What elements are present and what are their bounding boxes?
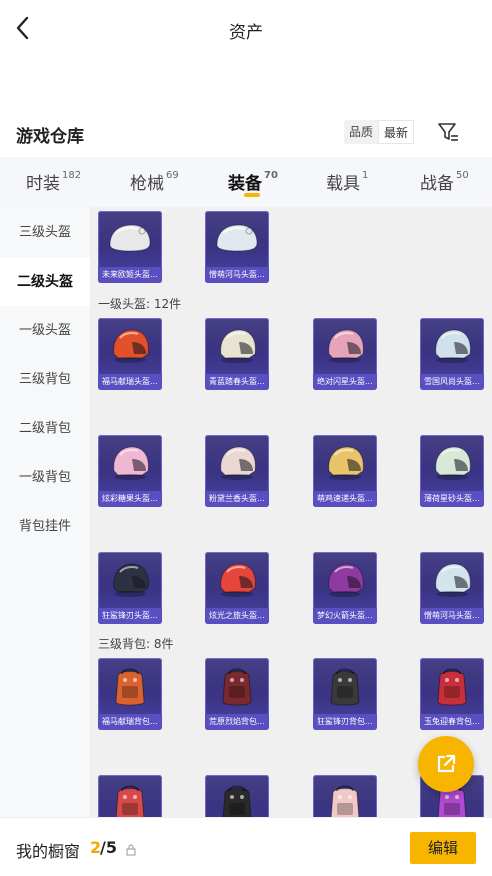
item-name: 狂鲨锋刃背包... [313, 714, 377, 730]
item-name: 福马献瑞背包... [98, 714, 162, 730]
helmet-item-card[interactable]: 炫彩糖果头盔... [98, 435, 162, 507]
sidebar-item-level1-helmet[interactable]: 一级头盔 [0, 307, 90, 355]
helmet-item-card[interactable]: 绝对闪星头盔... [313, 318, 377, 390]
helmet-item-card[interactable]: 狂鲨锋刃头盔... [98, 552, 162, 624]
external-link-icon [437, 754, 456, 773]
tab-fashion[interactable]: 时装 182 [26, 169, 81, 194]
item-name: 炫光之旅头盔... [205, 608, 269, 624]
helmet-item-card[interactable]: 青蓝踏春头盔... [205, 318, 269, 390]
tab-equipment[interactable]: 装备 70 [228, 169, 278, 194]
subcategory-sidebar: 三级头盔 二级头盔 一级头盔 三级背包 二级背包 一级背包 背包挂件 [0, 207, 90, 817]
filter-icon[interactable] [437, 121, 459, 143]
item-name: 未来欧姬头盔... [98, 267, 162, 283]
helmet-item-card[interactable]: 未来欧姬头盔... [98, 211, 162, 283]
sidebar-item-level3-helmet[interactable]: 三级头盔 [0, 209, 90, 257]
section-label-level3-backpack: 三级背包: 8件 [98, 637, 174, 651]
edit-button[interactable]: 编辑 [410, 832, 476, 864]
backpack-item-card[interactable] [98, 775, 162, 817]
category-tabs: 时装 182 枪械 69 装备 70 载具 1 战备 50 [0, 157, 492, 207]
item-name: 青蓝踏春头盔... [205, 374, 269, 390]
item-name: 萌鸡速递头盔... [313, 491, 377, 507]
warehouse-title: 游戏仓库 [16, 127, 84, 147]
item-name: 梦幻火箭头盔... [313, 608, 377, 624]
tab-supplies[interactable]: 战备 50 [420, 169, 469, 194]
item-name: 狂鲨锋刃头盔... [98, 608, 162, 624]
section-label-level1-helmet: 一级头盔: 12件 [98, 297, 182, 311]
backpack-item-card[interactable] [313, 775, 377, 817]
sort-newest-button[interactable]: 最新 [378, 120, 415, 144]
sort-quality-button[interactable]: 品质 [344, 120, 378, 144]
showcase-bar: 我的橱窗 2 /5 编辑 [0, 817, 492, 876]
backpack-item-card[interactable] [205, 775, 269, 817]
item-name: 憎萌河马头盔... [420, 608, 484, 624]
sort-toggle: 品质 最新 [344, 120, 415, 144]
helmet-item-card[interactable]: 福马献瑞头盔... [98, 318, 162, 390]
backpack-item-card[interactable]: 玉兔迎春背包... [420, 658, 484, 730]
helmet-item-card[interactable]: 薄荷星砂头盔... [420, 435, 484, 507]
showcase-count-total: /5 [100, 838, 117, 857]
item-name: 憎萌河马头盔... [205, 267, 269, 283]
item-name: 荒原烈焰背包... [205, 714, 269, 730]
item-name: 薄荷星砂头盔... [420, 491, 484, 507]
share-button[interactable] [418, 736, 474, 792]
item-grid: 一级头盔: 12件 三级背包: 8件 未来欧姬头盔... 憎萌河马头盔... 福马献… [90, 207, 492, 817]
sidebar-item-level2-helmet[interactable]: 二级头盔 [0, 258, 90, 306]
tab-weapons[interactable]: 枪械 69 [130, 169, 179, 194]
sidebar-item-level2-backpack[interactable]: 二级背包 [0, 405, 90, 453]
warehouse-header: 游戏仓库 品质 最新 [0, 118, 492, 148]
showcase-label: 我的橱窗 [16, 842, 81, 861]
tab-vehicles[interactable]: 载具 1 [326, 169, 368, 194]
helmet-item-card[interactable]: 萌鸡速递头盔... [313, 435, 377, 507]
item-name: 玉兔迎春背包... [420, 714, 484, 730]
sidebar-item-level1-backpack[interactable]: 一级背包 [0, 454, 90, 502]
backpack-item-card[interactable]: 狂鲨锋刃背包... [313, 658, 377, 730]
active-tab-indicator [244, 193, 260, 197]
helmet-item-card[interactable]: 憎萌河马头盔... [420, 552, 484, 624]
lock-icon [126, 841, 136, 856]
helmet-item-card[interactable]: 憎萌河马头盔... [205, 211, 269, 283]
item-name: 福马献瑞头盔... [98, 374, 162, 390]
item-name: 炫彩糖果头盔... [98, 491, 162, 507]
page-title: 资产 [229, 23, 263, 43]
helmet-item-card[interactable]: 梦幻火箭头盔... [313, 552, 377, 624]
top-bar: 资产 [0, 0, 492, 56]
helmet-item-card[interactable]: 雪国风尚头盔... [420, 318, 484, 390]
sidebar-item-backpack-charm[interactable]: 背包挂件 [0, 503, 90, 551]
item-name: 粉黛兰香头盔... [205, 491, 269, 507]
sidebar-item-level3-backpack[interactable]: 三级背包 [0, 356, 90, 404]
helmet-item-card[interactable]: 粉黛兰香头盔... [205, 435, 269, 507]
backpack-item-card[interactable]: 荒原烈焰背包... [205, 658, 269, 730]
item-name: 雪国风尚头盔... [420, 374, 484, 390]
helmet-item-card[interactable]: 炫光之旅头盔... [205, 552, 269, 624]
item-name: 绝对闪星头盔... [313, 374, 377, 390]
backpack-item-card[interactable]: 福马献瑞背包... [98, 658, 162, 730]
